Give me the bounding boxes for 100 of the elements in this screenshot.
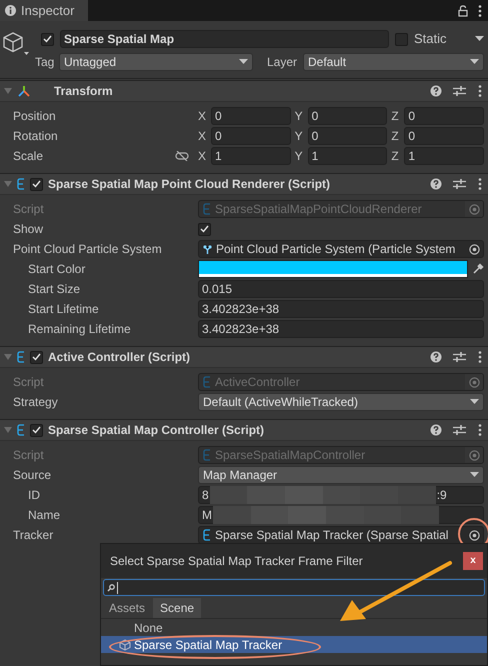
info-icon (5, 5, 16, 16)
caret-icon (475, 36, 484, 42)
field-label: Script (13, 202, 44, 216)
axis-label: Y (294, 108, 304, 125)
target-icon[interactable] (468, 530, 480, 540)
text-field[interactable]: 8 :9 (198, 486, 484, 504)
object-reference: Point Cloud Particle System (Particle System (216, 241, 456, 257)
number-field[interactable]: 0 (211, 107, 291, 125)
number-field[interactable]: 0 (308, 127, 388, 145)
object-reference: ActiveController (215, 374, 301, 390)
field-label: Strategy (13, 395, 58, 409)
field-label: Name (28, 508, 60, 522)
checkbox[interactable] (395, 32, 408, 46)
inspector-tab[interactable]: Inspector (0, 0, 88, 21)
axes-icon (17, 84, 31, 98)
component-header[interactable]: Sparse Spatial Map Point Cloud Renderer (Script) (0, 174, 488, 195)
checkbox[interactable] (30, 178, 43, 190)
checkbox[interactable] (30, 350, 43, 364)
unlinked-icon[interactable] (175, 151, 189, 161)
axis-label: Z (391, 108, 400, 125)
caret-icon (470, 399, 479, 405)
color-swatch[interactable] (198, 260, 468, 278)
tag-label: Tag (35, 54, 56, 71)
dropdown[interactable]: Default (ActiveWhileTracked) (198, 393, 484, 411)
name-field[interactable]: Sparse Spatial Map (60, 30, 389, 48)
field-label: Script (13, 448, 44, 462)
more-icon[interactable] (478, 4, 482, 16)
settings-icon[interactable] (453, 85, 466, 97)
script-icon (17, 424, 25, 436)
axis-label: Z (391, 128, 400, 145)
script-icon (203, 203, 211, 215)
component-header[interactable]: Transform (0, 81, 488, 102)
close-button[interactable]: x (463, 552, 483, 570)
script-icon (17, 351, 25, 363)
more-icon[interactable] (478, 178, 482, 190)
picker-item[interactable]: None (101, 619, 487, 636)
component-title: Sparse Spatial Map Controller (Script) (48, 422, 266, 439)
lock-icon[interactable] (458, 4, 468, 16)
text-field[interactable]: 3.402823e+38 (198, 300, 484, 318)
component-title: Active Controller (Script) (48, 349, 192, 366)
field-value: :9 (436, 487, 447, 504)
checkbox[interactable] (198, 222, 211, 236)
text-field[interactable]: 3.402823e+38 (198, 320, 484, 338)
checkbox[interactable] (41, 32, 54, 46)
help-icon[interactable] (430, 85, 442, 97)
layer-dropdown[interactable]: Default (303, 53, 484, 71)
text-field[interactable]: 0.015 (198, 280, 484, 298)
field-value: 8 (202, 487, 209, 504)
object-field[interactable]: Sparse Spatial Map Tracker (Sparse Spatial (198, 526, 484, 544)
field-label: Source (13, 468, 52, 482)
object-reference: Sparse Spatial Map Tracker (Sparse Spatial (215, 527, 450, 543)
eyedropper-icon[interactable] (472, 263, 484, 275)
search-icon (107, 584, 115, 592)
object-field[interactable]: Point Cloud Particle System (Particle System (198, 240, 484, 258)
number-field[interactable]: 1 (404, 147, 484, 165)
field-value: M (202, 507, 212, 524)
axis-label: X (198, 128, 208, 145)
axis-label: Y (294, 148, 304, 165)
cube-icon (119, 638, 131, 650)
target-icon[interactable] (468, 244, 480, 254)
field-label: Show (13, 222, 44, 236)
search-field[interactable] (103, 579, 485, 596)
component-header[interactable]: Sparse Spatial Map Controller (Script) (0, 420, 488, 441)
number-field[interactable]: 1 (308, 147, 388, 165)
settings-icon[interactable] (453, 178, 466, 190)
static-label: Static (414, 30, 448, 48)
component-title: Transform (53, 83, 114, 100)
help-icon[interactable] (430, 178, 442, 190)
picker-item[interactable]: Sparse Spatial Map Tracker (101, 636, 487, 653)
field-label: Rotation (13, 129, 58, 143)
field-label: Tracker (13, 528, 54, 542)
axis-label: Y (294, 128, 304, 145)
object-reference: SparseSpatialMapPointCloudRenderer (215, 201, 423, 217)
more-icon[interactable] (478, 85, 482, 97)
text-field[interactable]: M (198, 506, 484, 524)
field-label: Scale (13, 149, 44, 163)
settings-icon[interactable] (453, 351, 466, 363)
caret-icon (470, 59, 479, 65)
more-icon[interactable] (478, 351, 482, 363)
help-icon[interactable] (430, 424, 442, 436)
particle-icon (203, 244, 212, 254)
tag-dropdown[interactable]: Untagged (59, 53, 253, 71)
checkbox[interactable] (30, 424, 43, 436)
more-icon[interactable] (478, 424, 482, 436)
field-value: 0.015 (202, 281, 232, 298)
number-field[interactable]: 0 (211, 127, 291, 145)
dropdown[interactable]: Map Manager (198, 466, 484, 484)
number-field[interactable]: 0 (308, 107, 388, 125)
number-field[interactable]: 0 (404, 107, 484, 125)
field-value: 3.402823e+38 (202, 301, 280, 318)
field-label: ID (28, 488, 40, 502)
settings-icon[interactable] (453, 424, 466, 436)
field-label: Start Lifetime (28, 302, 99, 316)
number-field[interactable]: 1 (211, 147, 291, 165)
script-icon (203, 376, 211, 388)
help-icon[interactable] (430, 351, 442, 363)
component-header[interactable]: Active Controller (Script) (0, 347, 488, 368)
picker-tab[interactable]: Scene (153, 598, 202, 618)
number-field[interactable]: 0 (404, 127, 484, 145)
layer-label: Layer (267, 54, 298, 71)
